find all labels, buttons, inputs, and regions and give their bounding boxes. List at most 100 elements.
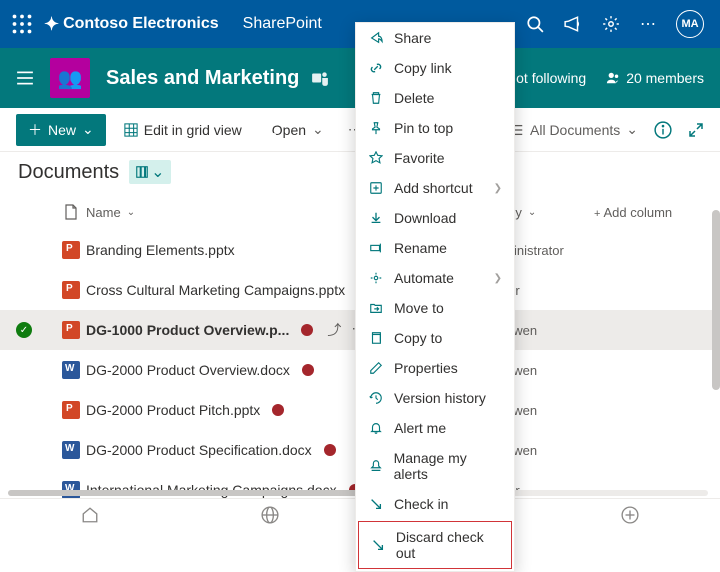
powerpoint-icon bbox=[62, 241, 80, 259]
chevron-down-icon: ⌄ bbox=[528, 207, 536, 218]
checkin-icon bbox=[368, 497, 384, 511]
checked-out-icon bbox=[301, 324, 313, 336]
chevron-down-icon: ⌄ bbox=[151, 162, 164, 182]
word-icon bbox=[62, 441, 80, 459]
file-name[interactable]: DG-2000 Product Pitch.pptx bbox=[86, 402, 260, 418]
new-button[interactable]: ＋ New ⌄ bbox=[16, 114, 106, 146]
menu-bell[interactable]: Alert me bbox=[356, 413, 514, 443]
menu-discard[interactable]: Discard check out bbox=[358, 521, 512, 569]
word-icon bbox=[62, 361, 80, 379]
download-icon bbox=[368, 211, 384, 225]
star-icon bbox=[368, 151, 384, 165]
expand-icon[interactable] bbox=[688, 122, 704, 138]
info-icon[interactable] bbox=[654, 121, 672, 139]
link-icon bbox=[368, 61, 384, 75]
menu-history[interactable]: Version history bbox=[356, 383, 514, 413]
site-logo[interactable]: 👥 bbox=[50, 58, 90, 98]
pin-icon bbox=[368, 121, 384, 135]
context-menu: Share Copy link Delete Pin to top Favorite Ad… bbox=[355, 22, 515, 572]
checked-out-icon bbox=[272, 404, 284, 416]
view-format-button[interactable]: ⌄ bbox=[129, 160, 170, 184]
menu-link[interactable]: Copy link bbox=[356, 53, 514, 83]
vertical-scrollbar[interactable] bbox=[712, 210, 720, 390]
menu-rename[interactable]: Rename bbox=[356, 233, 514, 263]
menu-label: Copy to bbox=[394, 330, 442, 346]
search-icon[interactable] bbox=[526, 15, 544, 33]
teams-icon[interactable] bbox=[311, 69, 329, 87]
library-title: Documents bbox=[18, 161, 119, 184]
home-icon[interactable] bbox=[81, 506, 99, 524]
powerpoint-icon bbox=[62, 401, 80, 419]
add-icon[interactable] bbox=[621, 506, 639, 524]
menu-label: Delete bbox=[394, 90, 434, 106]
open-button[interactable]: Open ⌄ bbox=[260, 117, 330, 142]
flow-icon bbox=[368, 271, 384, 285]
chevron-down-icon: ⌄ bbox=[312, 121, 324, 138]
members-button[interactable]: 20 members bbox=[606, 70, 704, 86]
bell-icon bbox=[368, 421, 384, 435]
file-type-column-icon[interactable] bbox=[56, 204, 86, 220]
app-launcher-icon[interactable] bbox=[12, 14, 32, 34]
menu-share[interactable]: Share bbox=[356, 23, 514, 53]
menu-pin[interactable]: Pin to top bbox=[356, 113, 514, 143]
copy-icon bbox=[368, 331, 384, 345]
settings-icon[interactable] bbox=[602, 15, 620, 33]
menu-trash[interactable]: Delete bbox=[356, 83, 514, 113]
site-title: Sales and Marketing bbox=[106, 67, 299, 90]
chevron-down-icon: ⌄ bbox=[82, 121, 94, 138]
edit-grid-button[interactable]: Edit in grid view bbox=[118, 118, 248, 142]
rename-icon bbox=[368, 241, 384, 255]
menu-shortcut[interactable]: Add shortcut ❯ bbox=[356, 173, 514, 203]
checked-out-icon bbox=[302, 364, 314, 376]
menu-alerts[interactable]: Manage my alerts bbox=[356, 443, 514, 489]
alerts-icon bbox=[368, 459, 384, 473]
menu-move[interactable]: Move to bbox=[356, 293, 514, 323]
nav-toggle-icon[interactable] bbox=[16, 69, 34, 87]
powerpoint-icon bbox=[62, 321, 80, 339]
add-column-button[interactable]: + Add column bbox=[594, 205, 704, 220]
chevron-right-icon: ❯ bbox=[494, 183, 502, 194]
avatar[interactable]: MA bbox=[676, 10, 704, 38]
menu-star[interactable]: Favorite bbox=[356, 143, 514, 173]
file-name[interactable]: Branding Elements.pptx bbox=[86, 242, 235, 258]
menu-download[interactable]: Download bbox=[356, 203, 514, 233]
trash-icon bbox=[368, 91, 384, 105]
chevron-right-icon: ❯ bbox=[494, 273, 502, 284]
menu-label: Version history bbox=[394, 390, 486, 406]
menu-flow[interactable]: Automate ❯ bbox=[356, 263, 514, 293]
org-brand[interactable]: ✦ Contoso Electronics bbox=[44, 14, 219, 35]
file-name[interactable]: DG-2000 Product Specification.docx bbox=[86, 442, 312, 458]
share-icon bbox=[368, 31, 384, 45]
shortcut-icon bbox=[368, 181, 384, 195]
file-name[interactable]: Cross Cultural Marketing Campaigns.pptx bbox=[86, 282, 345, 298]
chevron-down-icon: ⌄ bbox=[127, 207, 135, 218]
menu-checkin[interactable]: Check in bbox=[356, 489, 514, 519]
menu-label: Check in bbox=[394, 496, 448, 512]
org-name: Contoso Electronics bbox=[63, 15, 219, 33]
chevron-down-icon: ⌄ bbox=[626, 121, 638, 138]
menu-label: Add shortcut bbox=[394, 180, 473, 196]
menu-props[interactable]: Properties bbox=[356, 353, 514, 383]
menu-label: Share bbox=[394, 30, 431, 46]
props-icon bbox=[368, 361, 384, 375]
share-icon[interactable]: ⤴ bbox=[327, 320, 341, 340]
app-name[interactable]: SharePoint bbox=[243, 15, 322, 33]
view-selector[interactable]: All Documents ⌄ bbox=[510, 121, 638, 138]
menu-label: Move to bbox=[394, 300, 444, 316]
more-icon[interactable]: ⋯ bbox=[640, 14, 656, 34]
menu-label: Discard check out bbox=[396, 529, 499, 561]
megaphone-icon[interactable] bbox=[564, 15, 582, 33]
file-name[interactable]: DG-2000 Product Overview.docx bbox=[86, 362, 290, 378]
globe-icon[interactable] bbox=[261, 506, 279, 524]
menu-label: Favorite bbox=[394, 150, 445, 166]
discard-icon bbox=[371, 538, 386, 552]
menu-label: Automate bbox=[394, 270, 454, 286]
selected-check-icon[interactable]: ✓ bbox=[16, 322, 32, 338]
menu-copy[interactable]: Copy to bbox=[356, 323, 514, 353]
file-name[interactable]: DG-1000 Product Overview.p... bbox=[86, 322, 289, 338]
menu-label: Copy link bbox=[394, 60, 452, 76]
org-logo-icon: ✦ bbox=[44, 14, 59, 35]
history-icon bbox=[368, 391, 384, 405]
plus-icon: ＋ bbox=[28, 120, 42, 140]
move-icon bbox=[368, 301, 384, 315]
